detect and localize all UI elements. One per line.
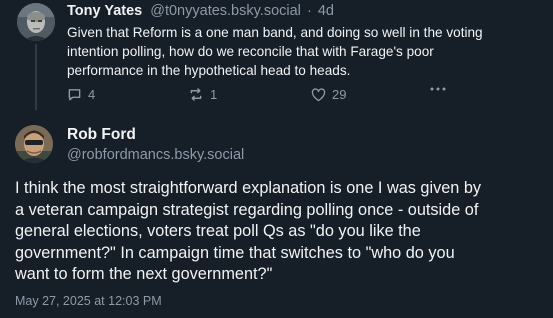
reply-button[interactable]: 4 [67,87,95,102]
more-button[interactable] [430,87,446,91]
text-line: performance in the hypothetical head to … [67,63,351,78]
author-name[interactable]: Rob Ford [67,126,136,144]
reply-header: Tony Yates @t0nyyates.bsky.social · 4d [67,3,334,19]
text-line: I think the most straightforward explana… [15,179,482,197]
text-line: Given that Reform is a one man band, and… [67,25,483,40]
avatar[interactable] [15,125,53,163]
text-line: want to form the next government?" [15,265,273,283]
ellipsis-icon [430,87,446,91]
author-name[interactable]: Tony Yates [67,3,142,19]
repost-icon [190,88,202,101]
avatar-image [17,3,55,41]
reply-text: Given that Reform is a one man band, and… [67,23,537,80]
like-button[interactable]: 29 [311,87,346,102]
post-timestamp[interactable]: May 27, 2025 at 12:03 PM [15,294,162,308]
thread-line [35,44,37,110]
reply-post[interactable]: Tony Yates @t0nyyates.bsky.social · 4d G… [0,0,553,112]
text-line: general elections, voters treat poll Qs … [15,222,421,240]
heart-icon [311,87,326,101]
author-handle[interactable]: @t0nyyates.bsky.social [150,3,301,19]
post-age[interactable]: 4d [318,3,334,19]
text-line: a veteran campaign strategist regarding … [15,200,479,219]
author-handle[interactable]: @robfordmancs.bsky.social [67,147,244,163]
speech-bubble-icon [68,89,81,101]
avatar[interactable] [17,3,55,41]
repost-count: 1 [210,87,218,102]
reply-count: 4 [88,87,96,102]
text-line: intention polling, how do we reconcile t… [67,44,434,59]
meta-separator: · [306,3,312,19]
text-line: government?" In campaign time that switc… [15,243,455,262]
avatar-image [15,125,53,163]
action-bar: 4 1 29 [67,87,467,105]
repost-button[interactable]: 1 [188,87,217,102]
like-count: 29 [332,87,347,102]
post-text: I think the most straightforward explana… [15,178,550,286]
